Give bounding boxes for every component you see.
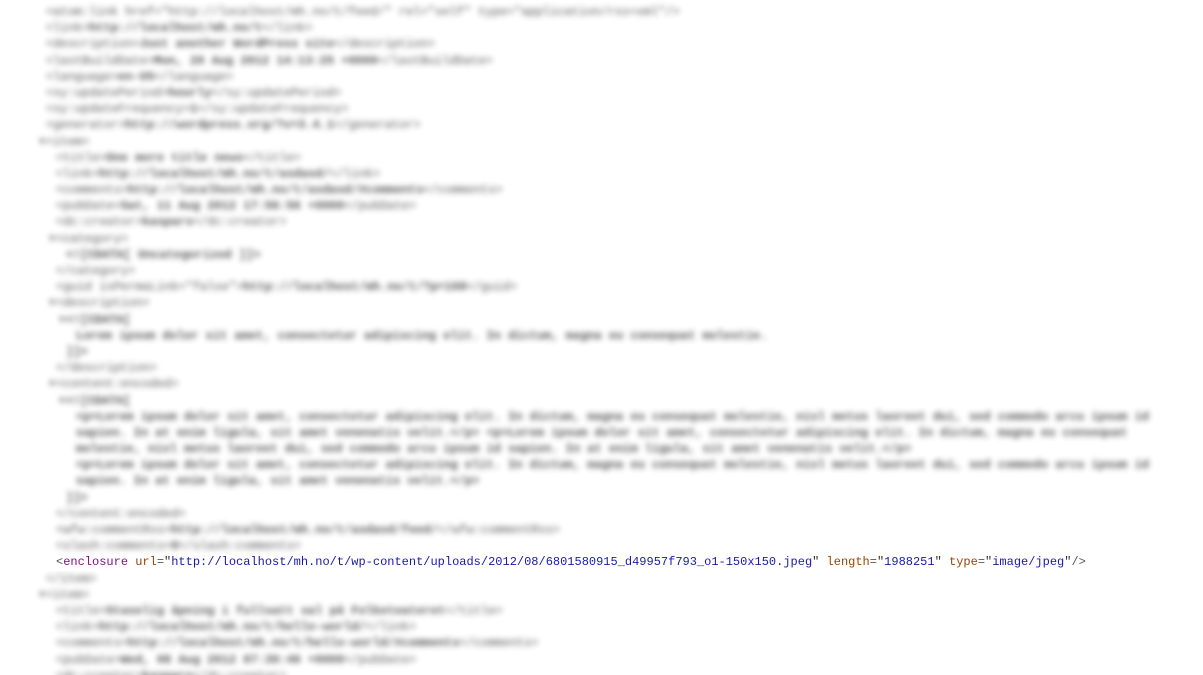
item-comments-line: <comments>http://localhost/mh.no/t/asdas… [0,182,1203,198]
item2-creator-line: <dc:creator>kaspars</dc:creator> [0,668,1203,675]
lastbuild-line: <lastBuildDate>Mon, 20 Aug 2012 14:13:25… [0,53,1203,69]
content-close: </content:encoded> [0,506,1203,522]
slashcomments-line: <slash:comments>0</slash:comments> [0,538,1203,554]
desc-text: Lorem ipsum dolor sit amet, consectetur … [0,328,1203,344]
guid-line: <guid isPermaLink="false">http://localho… [0,279,1203,295]
chevron-down-icon[interactable]: ▾ [48,295,56,311]
updateperiod-line: <sy:updatePeriod>hourly</sy:updatePeriod… [0,85,1203,101]
chevron-down-icon[interactable]: ▾ [48,231,56,247]
desc-cdata-close: ]]> [0,344,1203,360]
item2-pubdate-line: <pubDate>Wed, 08 Aug 2012 07:39:46 +0000… [0,652,1203,668]
xml-source-view: <atom:link href="http://localhost/mh.no/… [0,0,1203,675]
updatefreq-line: <sy:updateFrequency>1</sy:updateFrequenc… [0,101,1203,117]
chevron-down-icon[interactable]: ▾ [58,312,66,328]
content-text1: <p>Lorem ipsum dolor sit amet, consectet… [0,409,1203,458]
item-open[interactable]: ▾<item> [0,134,1203,150]
desc-close: </description> [0,360,1203,376]
desc-open[interactable]: ▾<description> [0,295,1203,311]
content-cdata-open[interactable]: ▾<![CDATA[ [0,393,1203,409]
category-cdata: <![CDATA[ Uncategorized ]]> [0,247,1203,263]
item2-comments-line: <comments>http://localhost/mh.no/t/hello… [0,635,1203,651]
generator-line: <generator>http://wordpress.org/?v=3.4.1… [0,117,1203,133]
commentrss-line: <wfw:commentRss>http://localhost/mh.no/t… [0,522,1203,538]
chevron-down-icon[interactable]: ▾ [38,134,46,150]
category-close: </category> [0,263,1203,279]
description-line: <description>Just another WordPress site… [0,36,1203,52]
item-title-line: <title>One more title news</title> [0,150,1203,166]
item2-link-line: <link>http://localhost/mh.no/t/hello-wor… [0,619,1203,635]
chevron-down-icon[interactable]: ▾ [38,587,46,603]
atom-link-line: <atom:link href="http://localhost/mh.no/… [0,4,1203,20]
link-line: <link>http://localhost/mh.no/t</link> [0,20,1203,36]
blurred-context: <atom:link href="http://localhost/mh.no/… [0,4,1203,675]
item2-open[interactable]: ▾<item> [0,587,1203,603]
category-open[interactable]: ▾<category> [0,231,1203,247]
content-cdata-close: ]]> [0,490,1203,506]
desc-cdata-open[interactable]: ▾<![CDATA[ [0,312,1203,328]
chevron-down-icon[interactable]: ▾ [58,393,66,409]
content-open[interactable]: ▾<content:encoded> [0,376,1203,392]
content-text2: <p>Lorem ipsum dolor sit amet, consectet… [0,457,1203,489]
item-close: </item> [0,571,1203,587]
item-link-line: <link>http://localhost/mh.no/t/asdasd/</… [0,166,1203,182]
item2-title-line: <title>Staselig åpning i fullsatt sal på… [0,603,1203,619]
enclosure-line[interactable]: <enclosure url="http://localhost/mh.no/t… [0,554,1203,570]
item-creator-line: <dc:creator>kaspars</dc:creator> [0,214,1203,230]
chevron-down-icon[interactable]: ▾ [48,376,56,392]
language-line: <language>en-US</language> [0,69,1203,85]
item-pubdate-line: <pubDate>Sat, 11 Aug 2012 17:56:56 +0000… [0,198,1203,214]
